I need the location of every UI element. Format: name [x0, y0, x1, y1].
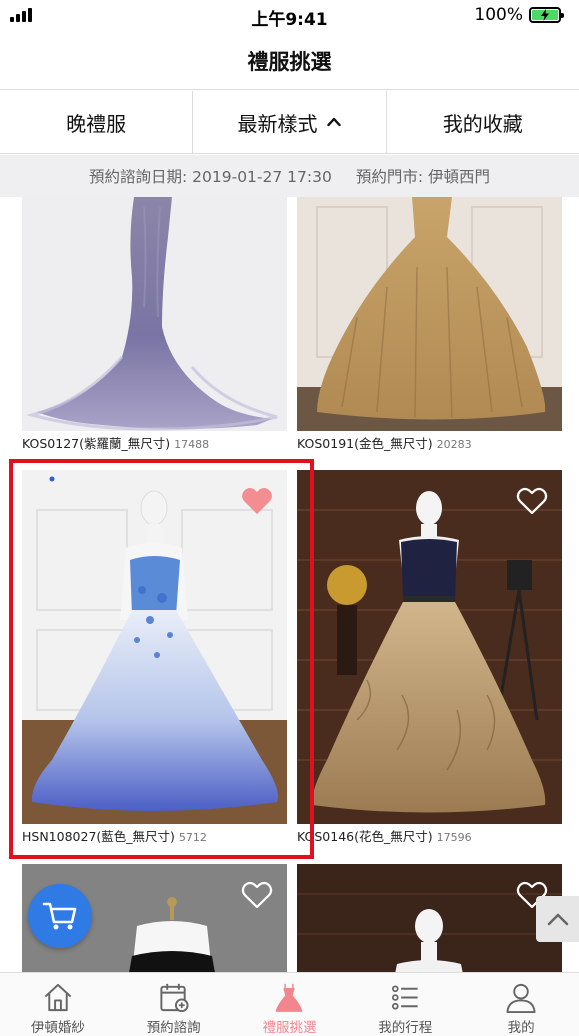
home-icon — [44, 983, 72, 1012]
page-title: 禮服挑選 — [247, 50, 332, 74]
product-code: KOS0127(紫羅蘭_無尺寸) — [22, 436, 171, 451]
tab-profile-label: 我的 — [507, 1020, 535, 1036]
product-caption: KOS0127(紫羅蘭_無尺寸) 17488 — [22, 433, 287, 452]
shopping-cart-icon — [42, 902, 77, 930]
status-bar: 上午9:41 100% — [0, 0, 579, 30]
filter-bar: 晚禮服 最新樣式 我的收藏 — [0, 91, 579, 154]
appointment-info-bar: 預約諮詢日期: 2019-01-27 17:30 預約門市: 伊頓西門 — [0, 155, 579, 197]
product-card[interactable]: KOS0127(紫羅蘭_無尺寸) 17488 — [22, 197, 287, 452]
calendar-add-icon — [160, 983, 189, 1013]
favorite-heart-icon-outline[interactable] — [516, 486, 548, 516]
favorite-heart-icon-filled[interactable] — [241, 486, 273, 516]
scroll-to-top-button[interactable] — [536, 896, 579, 942]
filter-sort[interactable]: 最新樣式 — [193, 91, 387, 153]
filter-category[interactable]: 晚禮服 — [0, 91, 194, 153]
filter-favorites[interactable]: 我的收藏 — [387, 91, 579, 153]
chevron-up-icon — [327, 117, 342, 127]
tab-home-label: 伊頓婚紗 — [30, 1020, 85, 1036]
product-view-count: 20283 — [436, 438, 472, 451]
appointment-store: 預約門市: 伊頓西門 — [355, 168, 490, 186]
filter-favorites-label: 我的收藏 — [442, 111, 523, 136]
filter-sort-label: 最新樣式 — [237, 111, 318, 136]
nav-header: 禮服挑選 — [0, 30, 579, 90]
product-code: HSN108027(藍色_無尺寸) — [22, 829, 175, 844]
product-image — [22, 197, 287, 431]
cart-button[interactable] — [28, 884, 92, 948]
product-image — [297, 864, 562, 972]
user-icon — [506, 983, 536, 1014]
product-grid: KOS0127(紫羅蘭_無尺寸) 17488 KOS0191(金色_無尺寸) 2… — [0, 197, 579, 972]
product-card[interactable]: KOS0146(花色_無尺寸) 17596 — [297, 470, 562, 845]
tab-dress-selection-label: 禮服挑選 — [262, 1020, 317, 1036]
product-caption: KOS0146(花色_無尺寸) 17596 — [297, 826, 562, 845]
product-caption: KOS0191(金色_無尺寸) 20283 — [297, 433, 562, 452]
product-code: KOS0191(金色_無尺寸) — [297, 436, 433, 451]
product-image — [22, 470, 287, 824]
tab-booking-label: 預約諮詢 — [146, 1020, 201, 1036]
battery-percentage: 100% — [474, 5, 523, 25]
product-code: KOS0146(花色_無尺寸) — [297, 829, 433, 844]
product-caption: HSN108027(藍色_無尺寸) 5712 — [22, 826, 287, 845]
tab-schedule[interactable]: 我的行程 — [347, 973, 463, 1036]
product-view-count: 17488 — [174, 438, 210, 451]
tab-schedule-label: 我的行程 — [378, 1020, 433, 1036]
dress-icon — [276, 983, 303, 1012]
product-image — [297, 197, 562, 431]
bottom-tab-bar: 伊頓婚紗 預約諮詢 禮服挑選 我的行程 我的 — [0, 972, 579, 1036]
tab-dress-selection[interactable]: 禮服挑選 — [232, 973, 348, 1036]
favorite-heart-icon-outline[interactable] — [241, 880, 273, 910]
tab-home[interactable]: 伊頓婚紗 — [0, 973, 116, 1036]
product-image — [297, 470, 562, 824]
product-view-count: 5712 — [178, 831, 207, 844]
filter-category-label: 晚禮服 — [66, 111, 127, 136]
appointment-date: 預約諮詢日期: 2019-01-27 17:30 — [89, 168, 332, 186]
product-card-selected[interactable]: HSN108027(藍色_無尺寸) 5712 — [22, 470, 287, 845]
product-card[interactable] — [297, 864, 562, 972]
product-view-count: 17596 — [436, 831, 472, 844]
list-icon — [392, 985, 418, 1010]
chevron-up-icon — [547, 913, 568, 926]
battery-icon — [529, 7, 564, 23]
product-card[interactable]: KOS0191(金色_無尺寸) 20283 — [297, 197, 562, 452]
tab-booking[interactable]: 預約諮詢 — [116, 973, 232, 1036]
tab-profile[interactable]: 我的 — [463, 973, 579, 1036]
